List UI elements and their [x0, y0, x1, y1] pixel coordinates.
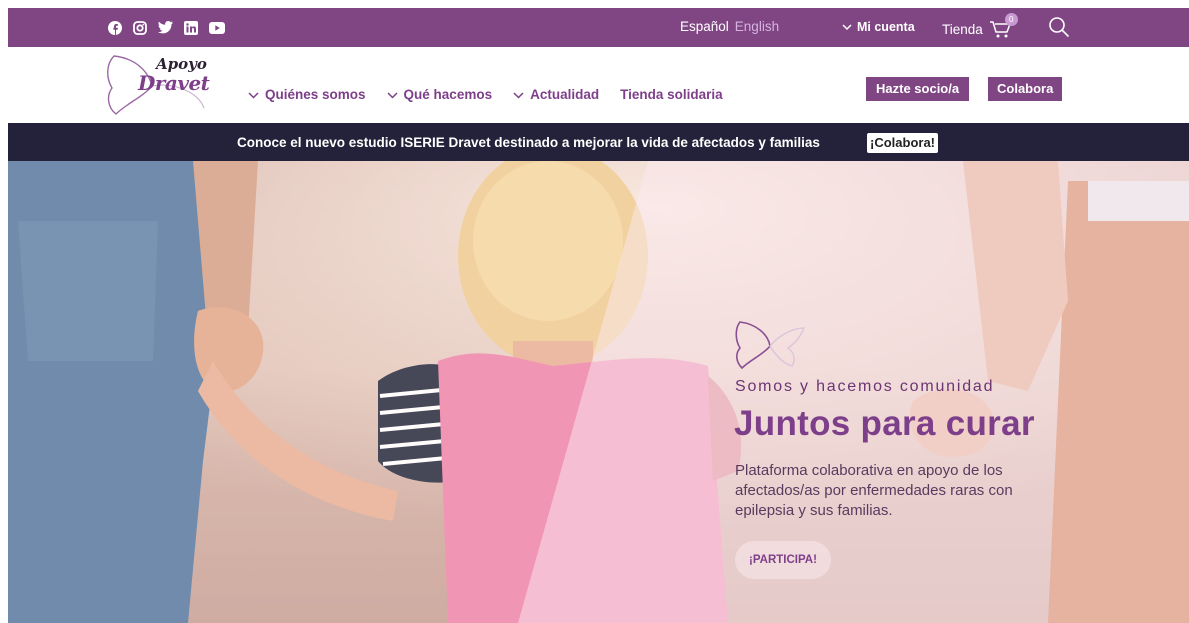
- chevron-down-icon: [513, 87, 524, 102]
- linkedin-icon[interactable]: [184, 20, 198, 35]
- instagram-icon[interactable]: [133, 20, 147, 35]
- social-links: [108, 8, 225, 47]
- hero-description: Plataforma colaborativa en apoyo de los …: [735, 462, 1013, 519]
- page: Español English Mi cuenta Tienda 0 Apoyo…: [8, 8, 1189, 623]
- shop-link[interactable]: Tienda 0: [942, 13, 1018, 39]
- facebook-icon[interactable]: [108, 20, 122, 35]
- lang-es[interactable]: Español: [680, 19, 729, 34]
- participate-button[interactable]: ¡PARTICIPA!: [735, 541, 831, 579]
- chevron-down-icon: [248, 87, 259, 102]
- search-icon[interactable]: [1048, 16, 1070, 43]
- main-nav: Apoyo Dravet Quiénes somos Qué hacemos A…: [8, 47, 1189, 123]
- hero-subtitle: Somos y hacemos comunidad: [735, 378, 995, 395]
- menu-item-quienes-somos[interactable]: Quiénes somos: [248, 87, 366, 102]
- collaborate-button[interactable]: Colabora: [988, 77, 1063, 101]
- shop-label: Tienda: [942, 21, 983, 37]
- menu-item-actualidad[interactable]: Actualidad: [513, 87, 599, 102]
- cart-count-badge: 0: [1004, 13, 1018, 26]
- lang-en[interactable]: English: [735, 19, 779, 34]
- menu-item-label: Qué hacemos: [403, 87, 493, 102]
- cart-icon[interactable]: 0: [989, 13, 1018, 39]
- menu-item-label: Tienda solidaria: [620, 87, 723, 102]
- primary-menu: Quiénes somos Qué hacemos Actualidad Tie…: [248, 87, 744, 102]
- logo-text-bottom: Dravet: [138, 71, 210, 95]
- menu-item-tienda-solidaria[interactable]: Tienda solidaria: [620, 87, 723, 102]
- twitter-icon[interactable]: [158, 21, 173, 34]
- chevron-down-icon: [842, 20, 852, 34]
- announcement-bar: Conoce el nuevo estudio ISERIE Dravet de…: [8, 123, 1189, 161]
- hero-title: Juntos para curar: [734, 404, 1035, 443]
- hero-banner: Somos y hacemos comunidad Juntos para cu…: [8, 161, 1189, 623]
- announcement-collaborate-button[interactable]: ¡Colabora!: [867, 133, 938, 153]
- menu-item-label: Quiénes somos: [265, 87, 366, 102]
- become-member-button[interactable]: Hazte socio/a: [866, 77, 970, 101]
- butterfly-icon: [734, 318, 806, 375]
- logo[interactable]: Apoyo Dravet: [104, 52, 210, 118]
- top-bar: Español English Mi cuenta Tienda 0: [8, 8, 1189, 47]
- account-menu[interactable]: Mi cuenta: [842, 20, 915, 34]
- account-label: Mi cuenta: [857, 20, 915, 34]
- language-switcher: Español English: [680, 19, 779, 34]
- chevron-down-icon: [387, 87, 398, 102]
- menu-item-label: Actualidad: [530, 87, 600, 102]
- youtube-icon[interactable]: [209, 21, 225, 34]
- announcement-text: Conoce el nuevo estudio ISERIE Dravet de…: [237, 135, 820, 150]
- menu-item-que-hacemos[interactable]: Qué hacemos: [387, 87, 493, 102]
- hero-image: [8, 161, 1189, 623]
